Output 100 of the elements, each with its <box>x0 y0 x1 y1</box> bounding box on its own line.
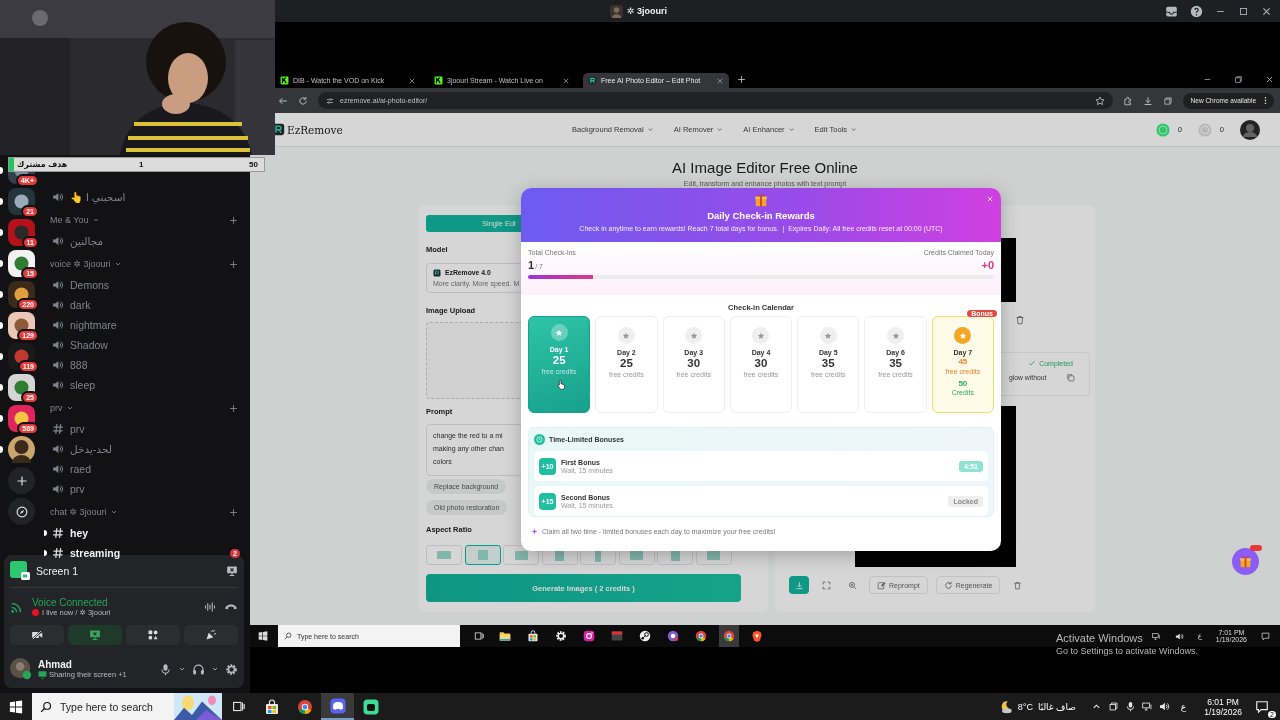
voice-activity-icon[interactable] <box>204 600 216 613</box>
window-title: ✲ 3joouri <box>627 6 668 16</box>
restore-icon[interactable] <box>1234 74 1243 84</box>
gift-button[interactable] <box>1232 548 1259 575</box>
close-icon[interactable] <box>716 76 724 85</box>
new-tab-icon[interactable] <box>737 74 746 84</box>
favicon-icon <box>280 76 289 85</box>
network-icon <box>1141 701 1153 712</box>
gift-icon <box>754 193 768 207</box>
download-icon <box>794 580 804 590</box>
speaker-icon <box>52 279 64 291</box>
delete-icon[interactable] <box>1015 315 1025 325</box>
star-icon <box>891 331 900 340</box>
speaker-icon <box>52 339 64 351</box>
close-icon[interactable] <box>1261 5 1272 17</box>
reload-icon[interactable] <box>298 95 308 106</box>
reward-amount: 30 <box>687 357 701 369</box>
delete-icon <box>1012 580 1022 590</box>
regenerate-icon <box>943 580 953 590</box>
clock[interactable]: 6:01 PM 1/19/2026 <box>1204 696 1242 717</box>
stream-title: Screen 1 <box>36 564 80 577</box>
plus-icon[interactable] <box>229 403 238 413</box>
plus-icon[interactable] <box>229 259 238 269</box>
camera-button[interactable] <box>10 625 64 646</box>
site-settings-icon <box>326 96 334 105</box>
tray-icon <box>1151 631 1161 641</box>
camera-off-icon <box>31 629 43 642</box>
avatar-icon <box>610 4 623 18</box>
channel-item[interactable]: nightmare <box>50 319 240 331</box>
bookmark-icon[interactable] <box>1094 95 1105 106</box>
folder-icon <box>499 630 511 642</box>
inbox-icon[interactable] <box>1165 4 1178 18</box>
zoom-icon <box>847 580 857 590</box>
stop-stream-icon[interactable] <box>226 564 238 577</box>
microphone-icon[interactable] <box>159 662 172 676</box>
screen-share-button[interactable] <box>68 625 122 646</box>
channel-item[interactable]: sleep <box>50 379 240 391</box>
avatar-icon <box>10 658 32 681</box>
reward-amount: 45 <box>958 357 968 366</box>
channel-item[interactable]: streaming <box>50 547 231 559</box>
ratio-shape-icon <box>630 550 643 560</box>
goal-target: 50 <box>249 160 258 169</box>
reward-amount: 35 <box>821 357 835 369</box>
language-indicator[interactable]: ع <box>1180 701 1187 712</box>
chat-app-icon <box>667 630 679 642</box>
goal-label: هدف مشترك <box>17 160 69 169</box>
help-icon[interactable] <box>1190 4 1203 18</box>
microphone-icon <box>1124 701 1136 712</box>
avatar-icon <box>1240 119 1260 140</box>
server-icon <box>8 219 35 246</box>
add-server-button[interactable] <box>8 467 35 494</box>
goal-current: 1 <box>139 160 145 169</box>
close-icon[interactable] <box>1265 74 1274 84</box>
close-icon[interactable] <box>562 76 570 85</box>
channel-item[interactable]: prv <box>50 483 240 495</box>
channel-item[interactable]: لحد-يدخل <box>50 443 240 455</box>
channel-item[interactable]: hey <box>50 527 240 539</box>
extensions-icon[interactable] <box>1122 95 1133 106</box>
stream-tile-icon <box>10 560 30 581</box>
caret-icon <box>716 126 724 133</box>
plus-icon[interactable] <box>229 215 238 225</box>
back-icon[interactable] <box>278 95 288 106</box>
taskbar-app[interactable] <box>321 693 354 720</box>
settings-icon[interactable] <box>225 662 238 676</box>
hash-icon <box>52 423 64 435</box>
discover-button[interactable] <box>8 498 35 525</box>
robot-icon <box>362 698 379 715</box>
channel-item[interactable]: 👆 I اسحبني <box>50 190 240 204</box>
plus-icon[interactable] <box>229 507 238 517</box>
download-icon[interactable] <box>1142 95 1153 106</box>
channel-item[interactable]: Demons <box>50 279 240 291</box>
category-toggle[interactable]: chat ✲ 3joouri <box>50 507 229 517</box>
category-toggle[interactable]: prv <box>50 403 229 413</box>
channel-item[interactable]: raed <box>50 463 240 475</box>
window-icon <box>611 630 623 642</box>
category-toggle[interactable]: Me & You <box>50 215 229 225</box>
category-toggle[interactable]: voice ✲ 3joouri <box>50 259 229 269</box>
speaker-icon <box>52 319 64 331</box>
speaker-icon <box>52 299 64 311</box>
start-icon[interactable] <box>258 631 268 641</box>
channel-item[interactable]: prv <box>50 423 240 435</box>
taskbar-app[interactable] <box>719 625 739 647</box>
soundboard-button[interactable] <box>184 625 238 646</box>
stat-value: +0 <box>980 259 994 271</box>
activities-button[interactable] <box>126 625 180 646</box>
headphones-icon[interactable] <box>192 662 205 676</box>
channel-item[interactable]: Shadow <box>50 339 240 351</box>
maximize-icon[interactable] <box>1238 5 1249 17</box>
channel-item[interactable]: مجالنين <box>50 235 240 247</box>
ratio-shape-icon <box>514 550 528 560</box>
close-icon[interactable] <box>408 76 416 85</box>
chevron-down-icon <box>109 508 118 516</box>
task-view-icon[interactable] <box>474 631 484 641</box>
channel-item[interactable]: dark <box>50 299 240 311</box>
site-logo[interactable]: EzRemove <box>287 123 343 136</box>
notifications-icon[interactable] <box>1261 631 1270 641</box>
channel-item[interactable]: 888 <box>50 359 240 371</box>
search-field[interactable]: Type here to search <box>32 693 222 720</box>
screen-share-icon <box>89 629 101 642</box>
avatar-icon <box>8 436 35 463</box>
